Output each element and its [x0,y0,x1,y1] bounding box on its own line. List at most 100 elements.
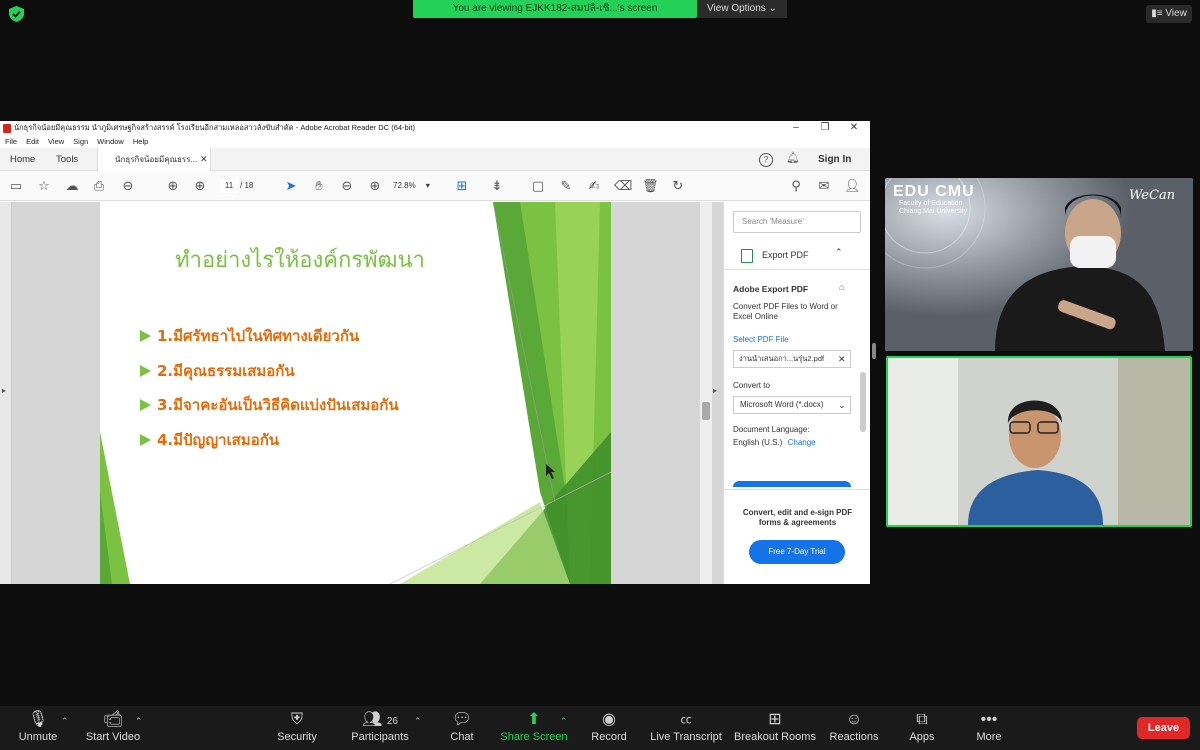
select-pdf-file-link[interactable]: Select PDF File [733,335,789,344]
record-label: Record [591,731,627,743]
link-icon[interactable]: ⚲ [788,178,804,194]
upload-cloud-icon[interactable]: ☁ [64,178,80,194]
toolbar: ▭ ☆ ☁ ⎙ ⊖ ⊕ ⊕ 11 / 18 ➤ ✋︎ ⊖ ⊕ 72.8% ▾ ⊞ … [0,171,870,201]
stamp-icon[interactable]: ⌫ [614,178,632,194]
convert-to-label: Convert to [733,381,770,390]
breakout-rooms-button[interactable]: ⊞ Breakout Rooms [734,706,816,750]
page-fit-icon[interactable]: ⊞ [454,178,470,194]
bell-icon[interactable]: 🔔︎ [786,151,800,164]
tab-tools[interactable]: Tools [56,148,78,171]
convert-format-select[interactable]: Microsoft Word (*.docx) ⌄ [733,396,851,414]
audio-options-caret-icon[interactable]: ⌃ [61,716,69,727]
breakout-rooms-label: Breakout Rooms [734,731,816,743]
scrollbar-thumb[interactable] [702,402,710,420]
left-rail[interactable]: ▸ [0,202,12,584]
meeting-controls: 🎙︎ Unmute ⌃ 📹︎ Start Video ⌃ ⛨ Security … [0,706,1200,750]
hand-tool-icon[interactable]: ✋︎ [311,178,327,194]
next-page-icon[interactable]: ⊕ [192,178,208,194]
view-options-button[interactable]: View Options ⌄ [697,0,787,18]
chevron-up-icon[interactable]: ⌃ [835,247,843,258]
prev-page-icon[interactable]: ⊕ [165,178,181,194]
menu-window[interactable]: Window [97,137,124,146]
more-dots-icon: ••• [980,711,998,728]
share-screen-icon: ⬆ [527,711,541,728]
restore-icon[interactable]: ❐ [811,121,839,135]
select-cursor-icon[interactable]: ➤ [283,178,299,194]
tab-bar: Home Tools นักธุรกิจน้อยมีคุณธรร... ✕ ? … [0,148,870,171]
collapse-panel-icon[interactable]: ▸ [713,386,717,395]
close-icon[interactable]: ✕ [840,121,868,135]
zoom-out-search-icon[interactable]: ⊖ [120,178,136,194]
unmute-button[interactable]: 🎙︎ Unmute [16,706,60,750]
rotate-icon[interactable]: ↻ [670,178,686,194]
sign-pen-icon[interactable]: ✍︎ [586,178,602,194]
page-number-input[interactable]: 11 [220,179,238,193]
tab-home[interactable]: Home [10,148,35,171]
share-screen-caret-icon[interactable]: ⌃ [560,716,568,727]
start-video-button[interactable]: 📹︎ Start Video [82,706,144,750]
view-label: View [1165,8,1187,19]
microphone-muted-icon: 🎙︎ [27,711,49,728]
document-area[interactable]: ▸ ทำอย่างไรให้องค์กรพัฒนา 1.มีศรัทธาไปใน… [0,202,723,584]
menu-edit[interactable]: Edit [26,137,39,146]
bookmark-star-icon[interactable]: ☆ [36,178,52,194]
participant-video-1[interactable]: EDU CMU Faculty of Education Chiang Mai … [885,178,1193,351]
participants-button[interactable]: 👥︎ 26 Participants [348,706,412,750]
selected-file-field[interactable]: งานนำเสนอกา...นรุ่น2.pdf ✕ [733,350,851,368]
chevron-down-icon: ⌄ [838,400,846,410]
view-button[interactable]: ▮≡ View [1146,5,1192,23]
share-user-icon[interactable]: 👤︎ [844,178,861,194]
sign-in-button[interactable]: Sign In [818,148,851,171]
remove-file-icon[interactable]: ✕ [838,351,846,367]
print-icon[interactable]: ⎙ [91,178,107,194]
tab-document[interactable]: นักธุรกิจน้อยมีคุณธรร... ✕ [97,148,211,171]
export-pdf-label[interactable]: Export PDF [762,250,809,260]
faculty-text: Faculty of Education [899,200,963,207]
zoom-level[interactable]: 72.8% ▾ [393,179,439,193]
record-button[interactable]: ◉ Record [588,706,630,750]
resize-handle[interactable] [872,343,876,359]
search-measure-input[interactable]: Search 'Measure' [733,211,861,233]
document-language-label: Document Language: [733,425,810,434]
panel-scrollbar[interactable] [860,372,866,432]
slide-bullet: 2.มีคุณธรรมเสมอกัน [140,359,295,383]
we-can-logo: WeCan [1129,188,1176,203]
mail-icon[interactable]: ✉ [816,178,832,194]
zoom-out-icon[interactable]: ⊖ [339,178,355,194]
zoom-in-icon[interactable]: ⊕ [367,178,383,194]
participant-video-2[interactable] [886,356,1192,527]
apps-button[interactable]: ⧉ Apps [902,706,942,750]
live-transcript-button[interactable]: ㏄ Live Transcript [648,706,724,750]
save-icon[interactable]: ▭ [8,178,24,194]
menu-help[interactable]: Help [133,137,148,146]
menu-file[interactable]: File [5,137,17,146]
change-language-link[interactable]: Change [788,438,816,447]
more-button[interactable]: ••• More [970,706,1008,750]
chat-button[interactable]: 💬︎ Chat [442,706,482,750]
delete-icon[interactable]: 🗑︎ [642,178,659,194]
shield-icon[interactable] [9,6,24,22]
free-trial-button[interactable]: Free 7-Day Trial [749,540,845,564]
highlight-pen-icon[interactable]: ✎ [558,178,574,194]
participants-count: 26 [386,716,398,727]
minimize-icon[interactable]: – [782,121,810,135]
help-icon[interactable]: ? [759,153,773,167]
security-button[interactable]: ⛨ Security [272,706,322,750]
share-screen-button[interactable]: ⬆ Share Screen [500,706,568,750]
comment-icon[interactable]: ▢ [530,178,546,194]
video-options-caret-icon[interactable]: ⌃ [135,716,143,727]
chat-bubble-icon: 💬︎ [451,711,473,728]
slide-bullet: 3.มีจาคะอันเป็นวิธีคิดแบ่งปันเสมอกัน [140,393,399,417]
participants-caret-icon[interactable]: ⌃ [414,716,422,727]
tab-document-label: นักธุรกิจน้อยมีคุณธรร... [115,155,198,164]
leave-button[interactable]: Leave [1137,717,1190,739]
vertical-scrollbar[interactable] [700,202,712,584]
expand-left-icon[interactable]: ▸ [2,386,6,395]
menu-sign[interactable]: Sign [73,137,88,146]
reactions-button[interactable]: ☺ Reactions [828,706,880,750]
tab-close-icon[interactable]: ✕ [200,148,208,171]
convert-format-value: Microsoft Word (*.docx) [740,400,824,409]
scroll-mode-icon[interactable]: ⇟ [489,178,505,194]
convert-button-partial[interactable] [733,481,851,487]
menu-view[interactable]: View [48,137,64,146]
